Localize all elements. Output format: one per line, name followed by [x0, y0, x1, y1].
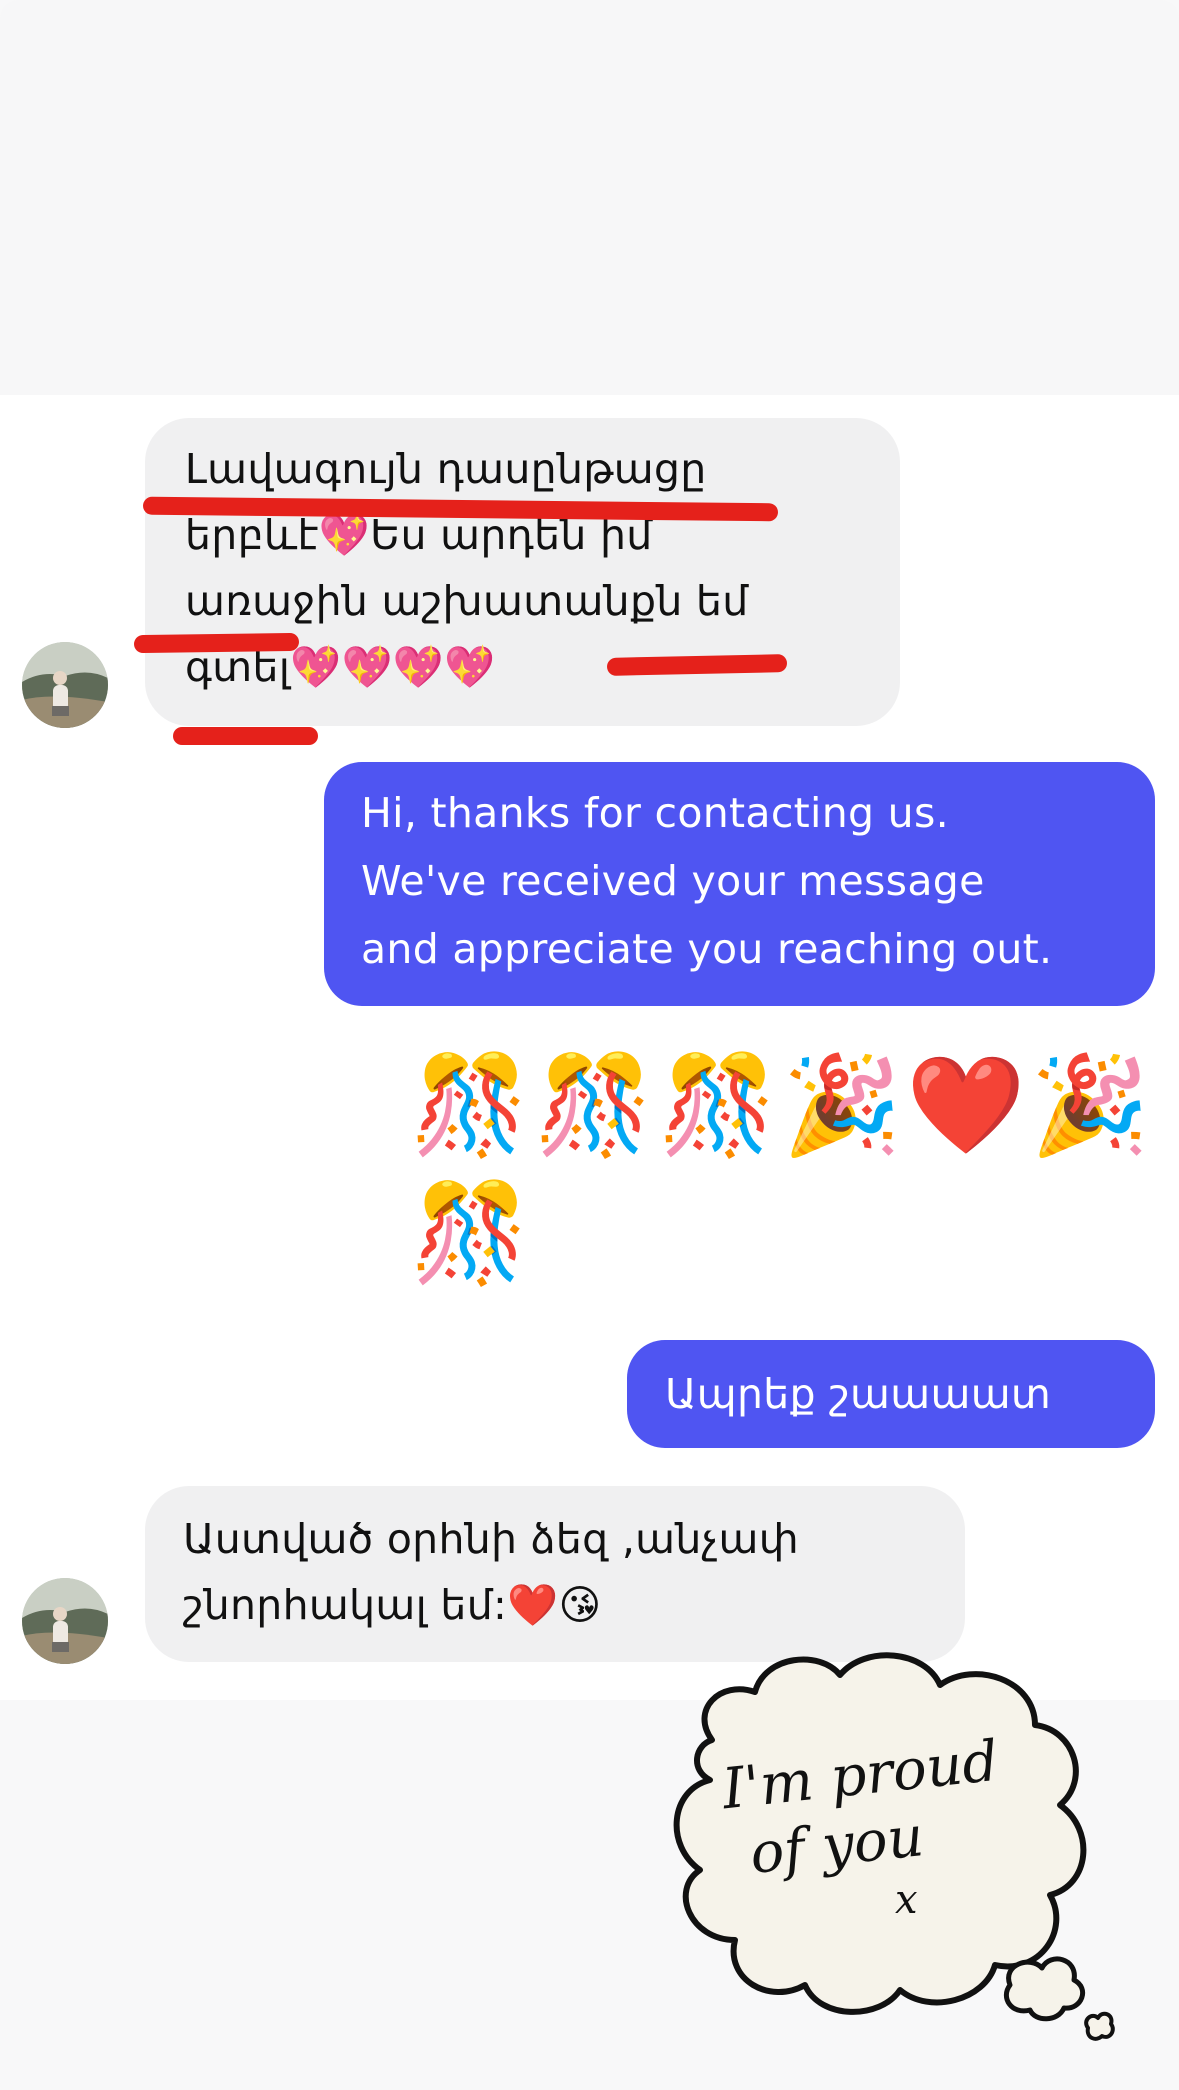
proud-of-you-sticker[interactable]: I'm proud of you x	[650, 1630, 1120, 2060]
message-line: and appreciate you reaching out.	[361, 925, 1053, 973]
highlight-mark	[173, 727, 318, 745]
party-popper-icon: 🎉	[1030, 1049, 1150, 1161]
emoji-message-row-1[interactable]: 🎊 🎊 🎊 🎉 ❤️ 🎉	[410, 1050, 1150, 1160]
top-blank-area	[0, 0, 1179, 395]
incoming-message-1[interactable]: Լավագույն դասընթացը երբևէ💖Ես արդեն իմ առ…	[145, 418, 900, 726]
message-line: Hi, thanks for contacting us.	[361, 789, 949, 837]
contact-avatar[interactable]	[22, 1578, 108, 1664]
contact-avatar[interactable]	[22, 642, 108, 728]
emoji-message-row-2[interactable]: 🎊	[410, 1178, 530, 1288]
message-line: We've received your message	[361, 857, 985, 905]
party-popper-icon: 🎉	[782, 1049, 902, 1161]
red-heart-icon: ❤️	[906, 1049, 1026, 1161]
confetti-ball-icon: 🎊	[410, 1049, 530, 1161]
outgoing-message-2[interactable]: Ապրեք շաաաատ	[627, 1340, 1155, 1448]
confetti-ball-icon: 🎊	[534, 1049, 654, 1161]
highlight-mark	[606, 654, 788, 676]
message-line: Լավագույն դասընթացը	[185, 445, 707, 493]
message-line: Աստված օրհնի ձեզ ,անչափ	[183, 1515, 800, 1563]
message-line: Ապրեք շաաաատ	[665, 1370, 1052, 1418]
outgoing-message-1[interactable]: Hi, thanks for contacting us. We've rece…	[324, 762, 1155, 1006]
avatar-photo-icon	[22, 1578, 108, 1664]
message-line: առաջին աշխատանքն եմ	[185, 577, 749, 625]
message-line: շնորհակալ եմ:❤️😘	[183, 1581, 602, 1629]
highlight-mark	[133, 632, 300, 654]
sticker-line-3: x	[895, 1877, 918, 1923]
confetti-ball-icon: 🎊	[410, 1177, 530, 1289]
confetti-ball-icon: 🎊	[658, 1049, 778, 1161]
avatar-photo-icon	[22, 642, 108, 728]
